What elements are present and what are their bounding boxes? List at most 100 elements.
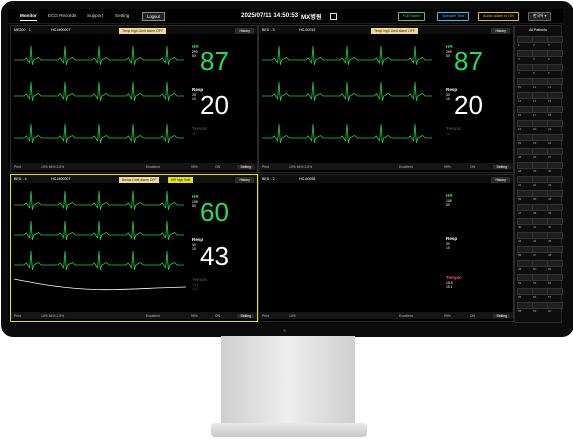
- limit-alarm-badge: Below Limit alarm OFF: [119, 177, 160, 183]
- patient-slot[interactable]: [532, 232, 548, 239]
- patient-slot[interactable]: [547, 288, 563, 295]
- patient-slot[interactable]: [532, 176, 548, 183]
- print-button[interactable]: Print: [262, 165, 269, 169]
- patient-slot[interactable]: [517, 288, 533, 295]
- patient-slot[interactable]: [517, 106, 533, 113]
- patient-slot[interactable]: [547, 148, 563, 155]
- hr-label: HR: [446, 44, 453, 49]
- patient-slot[interactable]: [532, 204, 548, 211]
- patient-slot[interactable]: [517, 232, 533, 239]
- patient-slot[interactable]: [517, 134, 533, 141]
- patient-slot[interactable]: [547, 260, 563, 267]
- tab-ecg-records[interactable]: ECG Records: [48, 13, 76, 18]
- patient-slot[interactable]: [517, 78, 533, 85]
- tab-monitor[interactable]: Monitor: [20, 13, 37, 21]
- patient-slot[interactable]: [547, 134, 563, 141]
- audio-alarm-button[interactable]: Audio alarm is ON: [478, 12, 519, 21]
- patient-slot[interactable]: [517, 92, 533, 99]
- qr-icon[interactable]: [330, 13, 337, 20]
- resp-label: Resp: [446, 236, 458, 241]
- bed-bottom-bar: Print 10% 84% 2.5% Excellent 99% ON Sett…: [11, 312, 257, 319]
- patient-slot[interactable]: [517, 218, 533, 225]
- patient-slot[interactable]: [532, 302, 548, 309]
- patient-slot[interactable]: [532, 148, 548, 155]
- tab-setting[interactable]: Setting: [115, 13, 129, 18]
- patient-slot[interactable]: [547, 36, 563, 43]
- patient-slot-number: 24: [548, 141, 552, 145]
- patient-slot[interactable]: [517, 64, 533, 71]
- patient-slot[interactable]: [547, 120, 563, 127]
- patient-slot[interactable]: [547, 302, 563, 309]
- patient-slot[interactable]: [547, 92, 563, 99]
- battery-level: 99%: [444, 164, 451, 169]
- patient-slot[interactable]: [532, 78, 548, 85]
- patient-slot[interactable]: [532, 106, 548, 113]
- patient-slot[interactable]: [517, 302, 533, 309]
- patient-slot[interactable]: [547, 50, 563, 57]
- patient-slot[interactable]: [532, 274, 548, 281]
- wifi-status: ON: [470, 164, 476, 169]
- ecg-lead-2: [14, 81, 184, 102]
- bed-hc-id: HC-M00007: [51, 28, 71, 32]
- patient-slot[interactable]: [547, 106, 563, 113]
- patient-slot[interactable]: [517, 120, 533, 127]
- patient-slot[interactable]: [547, 190, 563, 197]
- patient-slot[interactable]: [517, 246, 533, 253]
- history-button[interactable]: History: [235, 28, 254, 34]
- patient-slot[interactable]: [532, 246, 548, 253]
- resp-value: 20: [200, 90, 229, 120]
- bed-panel-1: ME200 - 1 HC-M00007 Temp high Limit alar…: [10, 25, 258, 173]
- history-button[interactable]: History: [235, 177, 254, 183]
- history-button[interactable]: History: [491, 28, 510, 34]
- patient-slot[interactable]: [517, 50, 533, 57]
- patient-slot[interactable]: [532, 36, 548, 43]
- hr-alarm-badge: HR high limit: [168, 177, 194, 183]
- logout-button[interactable]: Logout: [142, 12, 165, 21]
- patient-slot[interactable]: [547, 246, 563, 253]
- patient-slot-number: 56: [533, 295, 537, 299]
- patient-slot[interactable]: [532, 162, 548, 169]
- patient-slot[interactable]: [532, 288, 548, 295]
- full-name-button[interactable]: Full Name: [398, 12, 426, 21]
- patient-slot[interactable]: [547, 232, 563, 239]
- patient-slot[interactable]: [547, 162, 563, 169]
- patient-slot[interactable]: [547, 274, 563, 281]
- patient-slot[interactable]: [517, 162, 533, 169]
- patient-slot[interactable]: [532, 50, 548, 57]
- setting-button[interactable]: Setting: [237, 164, 254, 169]
- patient-slot[interactable]: [547, 78, 563, 85]
- speaker-test-button[interactable]: Speaker Test: [437, 12, 470, 21]
- print-button[interactable]: Print: [14, 314, 21, 318]
- tab-support[interactable]: Support: [87, 13, 103, 18]
- patient-slot[interactable]: [532, 260, 548, 267]
- print-button[interactable]: Print: [14, 165, 21, 169]
- patient-slot[interactable]: [547, 204, 563, 211]
- patient-slot[interactable]: [532, 120, 548, 127]
- patient-slot[interactable]: [517, 260, 533, 267]
- print-button[interactable]: Print: [262, 314, 269, 318]
- bed-hc-id: HC-M00007: [51, 177, 71, 181]
- patient-slot-number: 42: [548, 225, 552, 229]
- setting-button[interactable]: Setting: [493, 164, 510, 169]
- language-select[interactable]: 한국어 ▾: [528, 12, 552, 21]
- patient-slot[interactable]: [517, 274, 533, 281]
- patient-slot[interactable]: [547, 176, 563, 183]
- patient-slot[interactable]: [547, 218, 563, 225]
- patient-slot[interactable]: [517, 36, 533, 43]
- patient-slot[interactable]: [532, 190, 548, 197]
- history-button[interactable]: History: [491, 177, 510, 183]
- patient-slot[interactable]: [517, 176, 533, 183]
- patient-slot[interactable]: [532, 218, 548, 225]
- patient-slot[interactable]: [532, 134, 548, 141]
- setting-button[interactable]: Setting: [237, 313, 254, 318]
- signal-quality: Excellent: [146, 313, 160, 318]
- patient-slot[interactable]: [517, 190, 533, 197]
- patient-slot[interactable]: [517, 148, 533, 155]
- patient-slot[interactable]: [517, 204, 533, 211]
- patient-slot[interactable]: [532, 64, 548, 71]
- patient-slot[interactable]: [547, 64, 563, 71]
- setting-button[interactable]: Setting: [493, 313, 510, 318]
- patient-slot[interactable]: [532, 92, 548, 99]
- bed-bottom-bar: Print 10% Excellent 99% ON Setting: [259, 312, 513, 319]
- patient-slot-number: 54: [548, 281, 552, 285]
